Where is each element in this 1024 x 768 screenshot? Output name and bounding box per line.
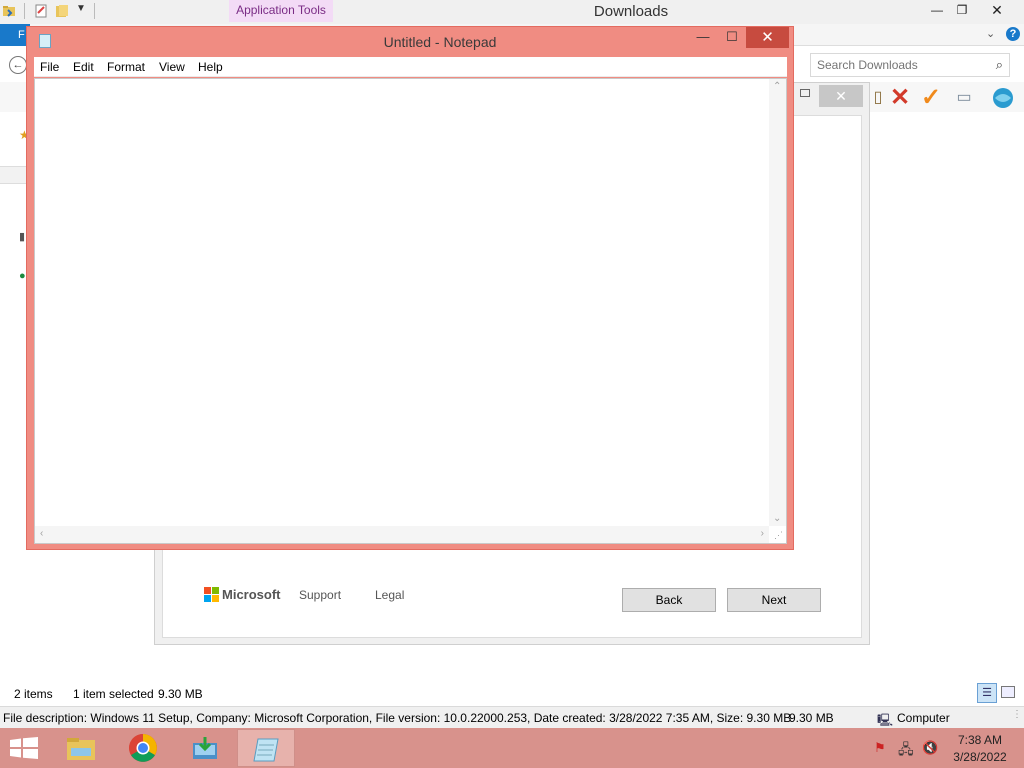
explorer-title: Downloads — [593, 3, 669, 20]
notepad-minimize-button[interactable]: — — [691, 27, 715, 49]
details-bar: File description: Windows 11 Setup, Comp… — [0, 706, 1024, 728]
scroll-up-icon[interactable]: ⌃ — [773, 81, 781, 92]
back-arrow-icon[interactable]: ← — [9, 56, 27, 74]
horizontal-scrollbar[interactable]: ‹ › — [35, 526, 769, 543]
notepad-close-button[interactable]: ✕ — [746, 27, 789, 48]
setup-icon — [193, 737, 217, 759]
taskbar-notepad[interactable] — [237, 729, 295, 767]
support-link[interactable]: Support — [299, 588, 341, 602]
legal-link[interactable]: Legal — [375, 588, 404, 602]
scroll-right-icon[interactable]: › — [761, 528, 764, 539]
scroll-left-icon[interactable]: ‹ — [40, 528, 43, 539]
rename-icon[interactable]: ▭ — [952, 86, 976, 110]
red-x-icon[interactable]: ✕ — [888, 86, 912, 110]
selected-count: 1 item selected — [73, 687, 154, 701]
help-icon[interactable]: ? — [1006, 27, 1020, 41]
taskbar-setup[interactable] — [176, 729, 234, 767]
search-input[interactable] — [817, 54, 987, 76]
menu-view[interactable]: View — [159, 60, 185, 74]
menu-format[interactable]: Format — [107, 60, 145, 74]
volume-muted-icon[interactable]: 🔇 — [922, 740, 938, 756]
notepad-maximize-button[interactable]: ☐ — [720, 27, 744, 49]
taskbar: ⚑ 🖧 🔇 — [0, 728, 1024, 768]
close-button[interactable]: ✕ — [982, 0, 1012, 22]
search-box[interactable]: ⌕ — [810, 53, 1010, 77]
check-icon[interactable]: ✓ — [919, 86, 943, 110]
notepad-edit-area: ⌃ ⌄ ‹ › ⋰ — [34, 78, 787, 544]
notepad-text-input[interactable] — [35, 79, 769, 526]
setup-restore-icon[interactable] — [800, 89, 810, 97]
resize-grip-icon[interactable]: ⋮ — [1012, 709, 1022, 720]
resize-grip-icon[interactable]: ⋰ — [774, 530, 783, 541]
restore-button[interactable]: ❐ — [947, 0, 977, 22]
next-button[interactable]: Next — [727, 588, 821, 612]
network-icon[interactable]: 🖧 — [898, 739, 914, 763]
details-size: 9.30 MB — [789, 711, 834, 725]
chrome-icon — [129, 734, 157, 762]
file-explorer-icon — [67, 738, 95, 760]
network-nav-icon[interactable]: ● — [19, 270, 26, 282]
selected-size: 9.30 MB — [158, 687, 203, 701]
notepad-title: Untitled - Notepad — [383, 34, 497, 50]
details-view-icon[interactable]: ☰ — [977, 683, 997, 703]
explorer-titlebar: ▼ Application Tools Downloads — ❐ ✕ — [0, 0, 1024, 24]
clock-time[interactable]: 7:38 AM — [945, 733, 1015, 747]
taskbar-file-explorer[interactable] — [52, 729, 110, 767]
microsoft-brand: Microsoft — [222, 587, 281, 602]
explorer-status-bar: 2 items 1 item selected 9.30 MB ☰ — [0, 680, 1024, 706]
clock-date[interactable]: 3/28/2022 — [945, 750, 1015, 764]
notepad-menubar: File Edit Format View Help — [34, 57, 787, 77]
vertical-scrollbar[interactable]: ⌃ ⌄ — [769, 79, 786, 526]
menu-edit[interactable]: Edit — [73, 60, 94, 74]
item-count: 2 items — [14, 687, 53, 701]
scroll-down-icon[interactable]: ⌄ — [773, 513, 781, 524]
search-icon[interactable]: ⌕ — [996, 57, 1003, 73]
notepad-icon — [253, 738, 279, 762]
microsoft-logo-icon — [204, 587, 219, 602]
back-button[interactable]: Back — [622, 588, 716, 612]
setup-close-button[interactable]: ✕ — [819, 85, 863, 107]
globe-icon[interactable] — [991, 86, 1015, 110]
start-icon[interactable] — [10, 737, 38, 759]
computer-nav-icon[interactable]: ▮ — [19, 230, 25, 243]
notepad-window: Untitled - Notepad — ☐ ✕ File Edit Forma… — [26, 26, 794, 550]
file-details: File description: Windows 11 Setup, Comp… — [3, 711, 792, 725]
taskbar-chrome[interactable] — [114, 729, 172, 767]
menu-file[interactable]: File — [40, 60, 59, 74]
flag-icon[interactable]: ⚑ — [874, 740, 886, 756]
details-location: Computer — [897, 711, 950, 725]
menu-help[interactable]: Help — [198, 60, 223, 74]
large-icons-view-icon[interactable] — [1001, 686, 1015, 698]
ribbon-expand-icon[interactable]: ⌄ — [986, 27, 995, 40]
